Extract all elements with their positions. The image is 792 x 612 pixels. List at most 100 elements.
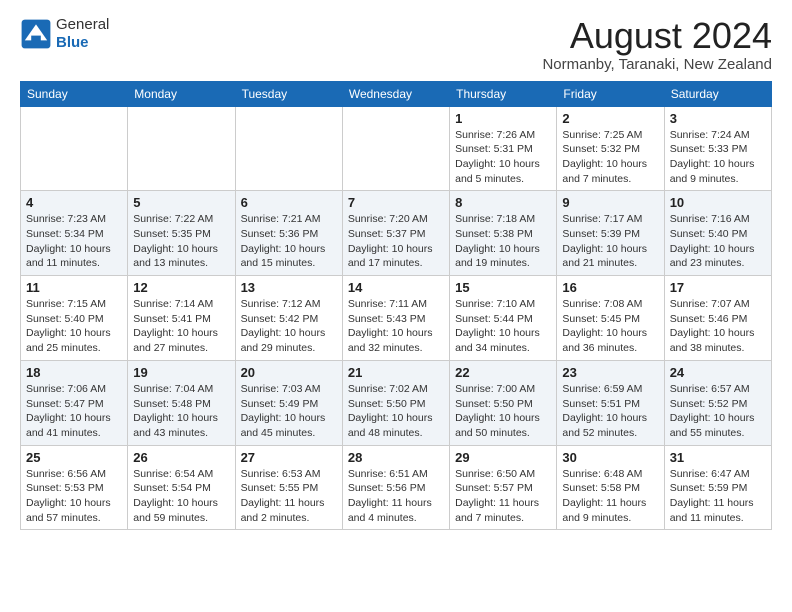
calendar-cell: 7 Sunrise: 7:20 AM Sunset: 5:37 PM Daylig… <box>342 191 449 276</box>
day-info: Sunrise: 7:20 AM Sunset: 5:37 PM Dayligh… <box>348 212 444 271</box>
day-number: 14 <box>348 280 444 295</box>
day-number: 8 <box>455 195 551 210</box>
day-number: 30 <box>562 450 658 465</box>
location: Normanby, Taranaki, New Zealand <box>542 56 772 73</box>
calendar-cell: 30 Sunrise: 6:48 AM Sunset: 5:58 PM Dayli… <box>557 445 664 530</box>
day-number: 11 <box>26 280 122 295</box>
day-info: Sunrise: 6:54 AM Sunset: 5:54 PM Dayligh… <box>133 467 229 526</box>
month-title: August 2024 <box>542 16 772 56</box>
day-info: Sunrise: 7:04 AM Sunset: 5:48 PM Dayligh… <box>133 382 229 441</box>
day-number: 22 <box>455 365 551 380</box>
day-number: 6 <box>241 195 337 210</box>
day-info: Sunrise: 7:18 AM Sunset: 5:38 PM Dayligh… <box>455 212 551 271</box>
calendar-cell <box>235 106 342 191</box>
day-info: Sunrise: 7:25 AM Sunset: 5:32 PM Dayligh… <box>562 128 658 187</box>
day-number: 28 <box>348 450 444 465</box>
day-number: 27 <box>241 450 337 465</box>
day-number: 5 <box>133 195 229 210</box>
day-info: Sunrise: 7:26 AM Sunset: 5:31 PM Dayligh… <box>455 128 551 187</box>
day-number: 12 <box>133 280 229 295</box>
day-info: Sunrise: 6:53 AM Sunset: 5:55 PM Dayligh… <box>241 467 337 526</box>
day-info: Sunrise: 7:16 AM Sunset: 5:40 PM Dayligh… <box>670 212 766 271</box>
calendar-week-row: 1 Sunrise: 7:26 AM Sunset: 5:31 PM Daylig… <box>21 106 772 191</box>
day-info: Sunrise: 7:07 AM Sunset: 5:46 PM Dayligh… <box>670 297 766 356</box>
day-number: 4 <box>26 195 122 210</box>
day-number: 13 <box>241 280 337 295</box>
day-info: Sunrise: 6:57 AM Sunset: 5:52 PM Dayligh… <box>670 382 766 441</box>
day-number: 15 <box>455 280 551 295</box>
day-number: 10 <box>670 195 766 210</box>
day-info: Sunrise: 6:48 AM Sunset: 5:58 PM Dayligh… <box>562 467 658 526</box>
calendar-cell: 27 Sunrise: 6:53 AM Sunset: 5:55 PM Dayli… <box>235 445 342 530</box>
day-number: 29 <box>455 450 551 465</box>
calendar-cell: 15Sunrise: 7:10 AM Sunset: 5:44 PM Dayli… <box>450 276 557 361</box>
day-info: Sunrise: 6:59 AM Sunset: 5:51 PM Dayligh… <box>562 382 658 441</box>
day-info: Sunrise: 6:50 AM Sunset: 5:57 PM Dayligh… <box>455 467 551 526</box>
day-number: 19 <box>133 365 229 380</box>
day-number: 25 <box>26 450 122 465</box>
calendar-cell <box>342 106 449 191</box>
logo: General Blue <box>20 16 109 52</box>
day-info: Sunrise: 7:06 AM Sunset: 5:47 PM Dayligh… <box>26 382 122 441</box>
calendar-cell: 17Sunrise: 7:07 AM Sunset: 5:46 PM Dayli… <box>664 276 771 361</box>
calendar-week-row: 18 Sunrise: 7:06 AM Sunset: 5:47 PM Dayli… <box>21 360 772 445</box>
page-header: General Blue August 2024 Normanby, Taran… <box>20 16 772 73</box>
day-info: Sunrise: 7:21 AM Sunset: 5:36 PM Dayligh… <box>241 212 337 271</box>
day-number: 20 <box>241 365 337 380</box>
day-number: 18 <box>26 365 122 380</box>
weekday-header-monday: Monday <box>128 81 235 106</box>
day-number: 16 <box>562 280 658 295</box>
day-number: 9 <box>562 195 658 210</box>
calendar-cell: 28 Sunrise: 6:51 AM Sunset: 5:56 PM Dayli… <box>342 445 449 530</box>
day-number: 31 <box>670 450 766 465</box>
calendar-cell: 22 Sunrise: 7:00 AM Sunset: 5:50 PM Dayli… <box>450 360 557 445</box>
day-info: Sunrise: 7:17 AM Sunset: 5:39 PM Dayligh… <box>562 212 658 271</box>
day-info: Sunrise: 7:15 AM Sunset: 5:40 PM Dayligh… <box>26 297 122 356</box>
day-info: Sunrise: 7:03 AM Sunset: 5:49 PM Dayligh… <box>241 382 337 441</box>
calendar-header-row: SundayMondayTuesdayWednesdayThursdayFrid… <box>21 81 772 106</box>
day-number: 21 <box>348 365 444 380</box>
calendar-cell: 29 Sunrise: 6:50 AM Sunset: 5:57 PM Dayli… <box>450 445 557 530</box>
day-info: Sunrise: 7:23 AM Sunset: 5:34 PM Dayligh… <box>26 212 122 271</box>
calendar-cell: 25Sunrise: 6:56 AM Sunset: 5:53 PM Dayli… <box>21 445 128 530</box>
day-info: Sunrise: 7:08 AM Sunset: 5:45 PM Dayligh… <box>562 297 658 356</box>
calendar-cell: 23 Sunrise: 6:59 AM Sunset: 5:51 PM Dayli… <box>557 360 664 445</box>
day-number: 24 <box>670 365 766 380</box>
day-info: Sunrise: 7:00 AM Sunset: 5:50 PM Dayligh… <box>455 382 551 441</box>
day-info: Sunrise: 7:22 AM Sunset: 5:35 PM Dayligh… <box>133 212 229 271</box>
day-number: 26 <box>133 450 229 465</box>
day-number: 23 <box>562 365 658 380</box>
day-info: Sunrise: 7:24 AM Sunset: 5:33 PM Dayligh… <box>670 128 766 187</box>
calendar-cell: 6 Sunrise: 7:21 AM Sunset: 5:36 PM Daylig… <box>235 191 342 276</box>
calendar-cell: 26 Sunrise: 6:54 AM Sunset: 5:54 PM Dayli… <box>128 445 235 530</box>
calendar-cell: 1 Sunrise: 7:26 AM Sunset: 5:31 PM Daylig… <box>450 106 557 191</box>
calendar-cell: 11 Sunrise: 7:15 AM Sunset: 5:40 PM Dayli… <box>21 276 128 361</box>
day-info: Sunrise: 6:47 AM Sunset: 5:59 PM Dayligh… <box>670 467 766 526</box>
calendar-week-row: 4 Sunrise: 7:23 AM Sunset: 5:34 PM Daylig… <box>21 191 772 276</box>
weekday-header-wednesday: Wednesday <box>342 81 449 106</box>
calendar-cell: 2Sunrise: 7:25 AM Sunset: 5:32 PM Daylig… <box>557 106 664 191</box>
calendar-table: SundayMondayTuesdayWednesdayThursdayFrid… <box>20 81 772 531</box>
title-area: August 2024 Normanby, Taranaki, New Zeal… <box>542 16 772 73</box>
day-info: Sunrise: 6:51 AM Sunset: 5:56 PM Dayligh… <box>348 467 444 526</box>
day-info: Sunrise: 7:02 AM Sunset: 5:50 PM Dayligh… <box>348 382 444 441</box>
day-info: Sunrise: 7:14 AM Sunset: 5:41 PM Dayligh… <box>133 297 229 356</box>
calendar-cell: 24 Sunrise: 6:57 AM Sunset: 5:52 PM Dayli… <box>664 360 771 445</box>
calendar-week-row: 25Sunrise: 6:56 AM Sunset: 5:53 PM Dayli… <box>21 445 772 530</box>
calendar-cell: 19 Sunrise: 7:04 AM Sunset: 5:48 PM Dayli… <box>128 360 235 445</box>
calendar-cell: 10 Sunrise: 7:16 AM Sunset: 5:40 PM Dayli… <box>664 191 771 276</box>
calendar-cell: 21 Sunrise: 7:02 AM Sunset: 5:50 PM Dayli… <box>342 360 449 445</box>
calendar-cell: 31 Sunrise: 6:47 AM Sunset: 5:59 PM Dayli… <box>664 445 771 530</box>
logo-text: General Blue <box>56 16 109 52</box>
calendar-cell <box>128 106 235 191</box>
calendar-cell: 13Sunrise: 7:12 AM Sunset: 5:42 PM Dayli… <box>235 276 342 361</box>
day-number: 1 <box>455 111 551 126</box>
calendar-week-row: 11 Sunrise: 7:15 AM Sunset: 5:40 PM Dayli… <box>21 276 772 361</box>
weekday-header-tuesday: Tuesday <box>235 81 342 106</box>
calendar-cell: 4 Sunrise: 7:23 AM Sunset: 5:34 PM Daylig… <box>21 191 128 276</box>
day-info: Sunrise: 7:11 AM Sunset: 5:43 PM Dayligh… <box>348 297 444 356</box>
logo-icon <box>20 18 52 50</box>
day-number: 3 <box>670 111 766 126</box>
day-number: 7 <box>348 195 444 210</box>
weekday-header-saturday: Saturday <box>664 81 771 106</box>
